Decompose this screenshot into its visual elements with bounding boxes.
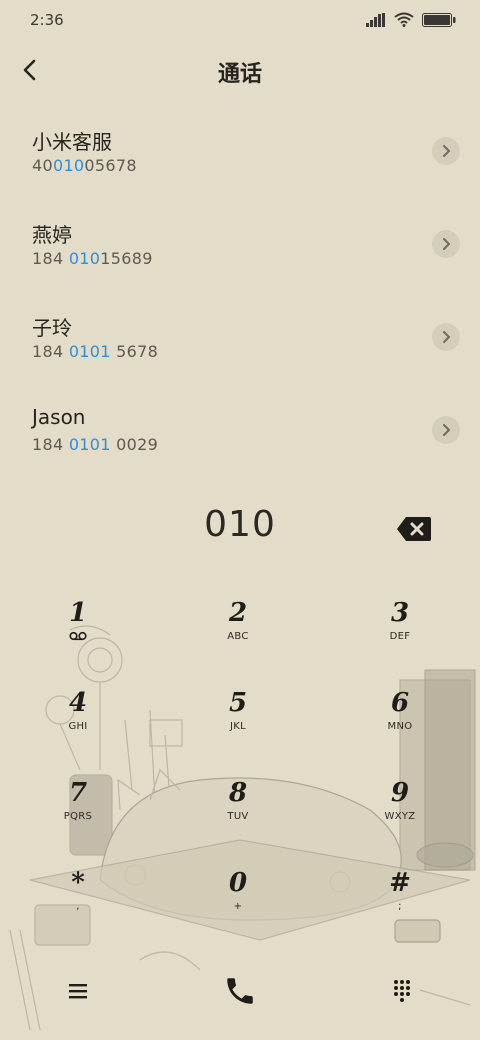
key-7[interactable]: 7 PQRS [18,776,138,856]
signal-icon [366,12,385,27]
key-digit: 3 [390,598,410,628]
key-4[interactable]: 4 GHI [18,686,138,766]
key-digit: # [389,868,411,898]
key-3[interactable]: 3 DEF [340,596,460,676]
header: 通话 [0,46,480,94]
key-1[interactable]: 1 [18,596,138,676]
chevron-right-icon [443,331,450,343]
contact-number: 184 01015689 [32,249,153,268]
key-digit: * [71,868,85,898]
battery-icon [422,12,456,27]
chevron-right-icon [443,238,450,250]
result-item[interactable]: Jason 184 0101 0029 [0,389,480,482]
contact-number: 4001005678 [32,156,137,175]
menu-button[interactable] [48,966,108,1016]
key-digit: 2 [228,598,248,628]
number-prefix: 184 [32,435,69,454]
key-letters: , [76,901,80,912]
key-digit: 7 [68,778,88,808]
result-item[interactable]: 子玲 184 0101 5678 [0,296,480,389]
key-letters: TUV [227,811,249,822]
number-prefix: 184 [32,342,69,361]
key-2[interactable]: 2 ABC [178,596,298,676]
key-letters: WXYZ [384,811,416,822]
chevron-right-icon [443,424,450,436]
key-8[interactable]: 8 TUV [178,776,298,856]
contact-name: 燕婷 [32,223,72,247]
call-button[interactable] [210,966,270,1016]
page-title: 通话 [217,62,262,87]
key-0[interactable]: 0 + [178,866,298,946]
key-hash[interactable]: # ; [340,866,460,946]
contact-detail-button[interactable] [432,137,460,165]
number-match: 010 [52,156,85,175]
contact-number: 184 0101 5678 [32,342,158,361]
key-digit: 6 [390,688,410,718]
key-letters: ; [398,901,402,912]
key-letters: ABC [227,631,249,642]
dialpad-icon [394,980,410,1002]
backspace-icon [397,517,431,541]
contact-name: 子玲 [32,316,72,340]
key-digit: 0 [228,868,248,898]
chevron-right-icon [443,145,450,157]
number-suffix: 05678 [84,156,137,175]
number-suffix: 15689 [100,249,153,268]
number-suffix: 5678 [110,342,159,361]
delete-button[interactable] [394,514,434,544]
contact-detail-button[interactable] [432,230,460,258]
key-star[interactable]: * , [18,866,138,946]
key-digit: 9 [390,778,410,808]
dialpad-toggle-button[interactable] [372,966,432,1016]
number-match: 0101 [68,342,111,361]
key-digit: 8 [228,778,248,808]
status-time: 2:36 [30,11,64,29]
key-letters: PQRS [63,811,93,822]
key-digit: 1 [68,598,88,628]
wifi-icon [394,12,414,27]
dial-display: 010 [0,500,480,560]
bottom-bar [0,960,480,1020]
key-letters: MNO [387,721,413,732]
number-prefix: 184 [32,249,69,268]
status-icons [366,12,456,27]
dialer-screen: 2:36 通话 小米客服 4001005678 燕婷 184 01015689 … [0,0,480,1040]
key-letters: GHI [68,721,88,732]
dialpad: 1 2 ABC 3 DEF 4 GHI 5 JKL 6 MNO 7 PQRS 8… [0,590,480,950]
contact-detail-button[interactable] [432,323,460,351]
result-item[interactable]: 小米客服 4001005678 [0,110,480,203]
key-digit: 5 [228,688,248,718]
number-match: 010 [68,249,101,268]
contact-number: 184 0101 0029 [32,435,158,454]
key-letters: JKL [230,721,246,732]
key-letters: + [233,901,243,912]
result-item[interactable]: 燕婷 184 01015689 [0,203,480,296]
contact-name: 小米客服 [32,130,112,154]
number-prefix: 40 [32,156,53,175]
status-bar: 2:36 [0,0,480,40]
contact-detail-button[interactable] [432,416,460,444]
voicemail-icon [69,631,87,641]
menu-icon [69,984,87,999]
key-digit: 4 [68,688,88,718]
number-match: 0101 [68,435,111,454]
key-9[interactable]: 9 WXYZ [340,776,460,856]
number-suffix: 0029 [110,435,159,454]
contact-name: Jason [32,405,86,429]
key-5[interactable]: 5 JKL [178,686,298,766]
phone-icon [227,978,253,1004]
key-6[interactable]: 6 MNO [340,686,460,766]
search-result-list: 小米客服 4001005678 燕婷 184 01015689 子玲 184 0… [0,110,480,482]
key-letters: DEF [389,631,411,642]
